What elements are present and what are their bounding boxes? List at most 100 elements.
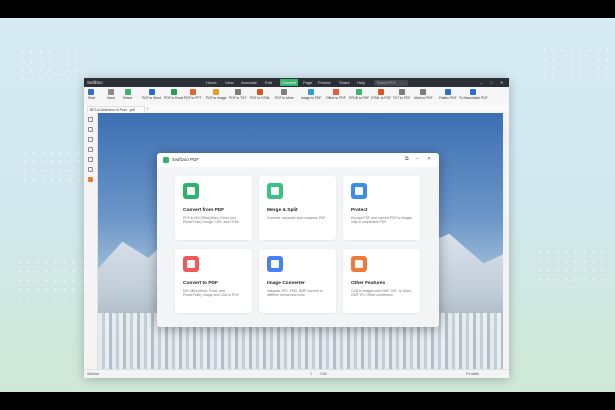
tool-cursor-button[interactable]: Select xyxy=(123,89,132,100)
image-converter-icon xyxy=(267,256,283,272)
app-logo-title: SwifDoo xyxy=(87,80,103,85)
html-icon xyxy=(257,89,264,95)
tool-image-button[interactable]: PDF to Image xyxy=(206,89,226,100)
minimize-dialog-button[interactable]: – xyxy=(416,156,419,162)
tool-searchable-button[interactable]: To Searchable PDF xyxy=(459,89,488,100)
feature-card-title: Convert to PDF xyxy=(183,281,218,286)
page-number-input[interactable]: 1 xyxy=(310,372,312,376)
feature-card[interactable]: Merge & Split Combine, separate and compr… xyxy=(259,176,336,240)
tool-excel-button[interactable]: PDF to Excel xyxy=(164,89,183,100)
menu-convert[interactable]: Convert xyxy=(280,79,299,86)
tool-label: PDF to Excel xyxy=(164,96,184,100)
document-tab[interactable]: BF3 A Selection of Poet...pdf xyxy=(87,106,145,113)
tool-label: Start xyxy=(88,96,95,100)
tool-word-button[interactable]: PDF to Word xyxy=(142,89,161,100)
protect-icon xyxy=(351,183,367,199)
flatten-icon xyxy=(444,89,451,95)
more-pdf-icon xyxy=(420,89,427,95)
menu-share[interactable]: Share xyxy=(339,80,350,85)
feature-card-description: Encrypt PDF and convert PDF to images on… xyxy=(351,216,413,225)
searchable-icon xyxy=(470,89,477,95)
minimize-button[interactable]: – xyxy=(480,80,482,85)
tool-office-pdf-button[interactable]: Office to PDF xyxy=(326,89,346,100)
status-bar: Sidebar 1 /100 Fit width xyxy=(84,369,509,378)
feature-card-description: PDF to MS Office(Word, Excel, and PowerP… xyxy=(183,216,240,225)
tool-epub-button[interactable]: EPUB to PDF xyxy=(349,89,369,100)
feature-card[interactable]: Image Converter Integrate JPG, PNG, BMP, … xyxy=(259,249,336,313)
tool-label: Select xyxy=(123,96,133,100)
tool-html-button[interactable]: PDF to HTML xyxy=(250,89,270,100)
sidebar-toggle[interactable]: Sidebar xyxy=(87,372,99,376)
left-sidebar xyxy=(84,113,98,369)
feature-card-title: Protect xyxy=(351,208,368,213)
decor-dots xyxy=(20,148,90,188)
comment-icon[interactable] xyxy=(88,137,93,142)
scrollbar[interactable] xyxy=(503,113,509,369)
menu-protect[interactable]: Protect xyxy=(318,80,331,85)
dialog-title: SwifDoo PDF xyxy=(172,157,200,162)
feature-card[interactable]: Convert to PDF MS Office(Word, Excel, and… xyxy=(175,249,252,313)
convert-to-pdf-icon xyxy=(183,256,199,272)
feature-card-title: Other Features xyxy=(351,281,386,286)
start-icon xyxy=(88,89,95,95)
feature-card-description: Integrate JPG, PNG, BMP, convert to diff… xyxy=(267,289,323,298)
tool-label: Image to PDF xyxy=(301,96,322,100)
menu-annotate[interactable]: Annotate xyxy=(241,80,257,85)
feature-card-description: CAD to images and DWF, DXF, to Word, DWF… xyxy=(351,289,412,298)
title-bar: SwifDoo Home View Annotate Edit Convert … xyxy=(84,78,509,87)
menu-help[interactable]: Help xyxy=(357,80,365,85)
image-pdf-icon xyxy=(308,89,315,95)
swifdoo-ai-icon[interactable] xyxy=(88,177,93,182)
tool-label: More to PDF xyxy=(414,96,433,100)
decor-dots xyxy=(540,46,610,86)
close-dialog-button[interactable]: ✕ xyxy=(427,156,431,162)
ppt-icon xyxy=(189,89,196,95)
thumbnail-icon[interactable] xyxy=(88,117,93,122)
tool-hand-button[interactable]: Hand xyxy=(107,89,115,100)
excel-icon xyxy=(170,89,177,95)
menu-view[interactable]: View xyxy=(225,80,234,85)
search-input[interactable]: Search PDF xyxy=(374,79,408,86)
menu-edit[interactable]: Edit xyxy=(265,80,272,85)
page-total: /100 xyxy=(320,372,327,376)
epub-icon xyxy=(356,89,363,95)
feature-card[interactable]: Other Features CAD to images and DWF, DXF… xyxy=(343,249,420,313)
tool-txt-pdf-button[interactable]: TXT to PDF xyxy=(393,89,410,100)
decor-dots xyxy=(18,48,88,88)
decor-dots xyxy=(15,258,85,298)
tool-flatten-button[interactable]: Flatten PDF xyxy=(439,89,457,100)
merge-split-icon xyxy=(267,183,283,199)
convert-from-pdf-icon xyxy=(183,183,199,199)
menu-home[interactable]: Home xyxy=(206,80,217,85)
tool-html-pdf-button[interactable]: HTML to PDF xyxy=(371,89,391,100)
feature-card-title: Image Converter xyxy=(267,281,305,286)
tool-label: PDF to More xyxy=(275,96,294,100)
maximize-button[interactable]: □ xyxy=(490,80,492,85)
tool-label: PDF to PPT xyxy=(184,96,202,100)
tool-ppt-button[interactable]: PDF to PPT xyxy=(184,89,202,100)
feature-card[interactable]: Convert from PDF PDF to MS Office(Word, E… xyxy=(175,176,252,240)
close-button[interactable]: ✕ xyxy=(500,80,503,85)
tool-start-button[interactable]: Start xyxy=(88,89,95,100)
tool-label: PDF to Image xyxy=(206,96,227,100)
zoom-select[interactable]: Fit width xyxy=(466,372,479,376)
document-tab-label: BF3 A Selection of Poet...pdf xyxy=(90,108,135,112)
tool-txt-button[interactable]: PDF to TXT xyxy=(229,89,246,100)
tool-image-pdf-button[interactable]: Image to PDF xyxy=(301,89,321,100)
menu-page[interactable]: Page xyxy=(303,80,312,85)
pin-icon[interactable]: ⧉ xyxy=(405,156,409,162)
tool-more-button[interactable]: PDF to More xyxy=(275,89,294,100)
tool-label: To Searchable PDF xyxy=(459,96,488,100)
office-pdf-icon xyxy=(332,89,339,95)
tool-label: HTML to PDF xyxy=(371,96,392,100)
signature-icon[interactable] xyxy=(88,157,93,162)
add-tab-button[interactable]: + xyxy=(146,106,149,111)
attachment-icon[interactable] xyxy=(88,147,93,152)
hand-icon xyxy=(107,89,114,95)
feature-card[interactable]: Protect Encrypt PDF and convert PDF to im… xyxy=(343,176,420,240)
tool-label: Office to PDF xyxy=(326,96,346,100)
bookmark-icon[interactable] xyxy=(88,127,93,132)
more-icon xyxy=(281,89,288,95)
search-icon[interactable] xyxy=(88,167,93,172)
tool-more-pdf-button[interactable]: More to PDF xyxy=(414,89,433,100)
